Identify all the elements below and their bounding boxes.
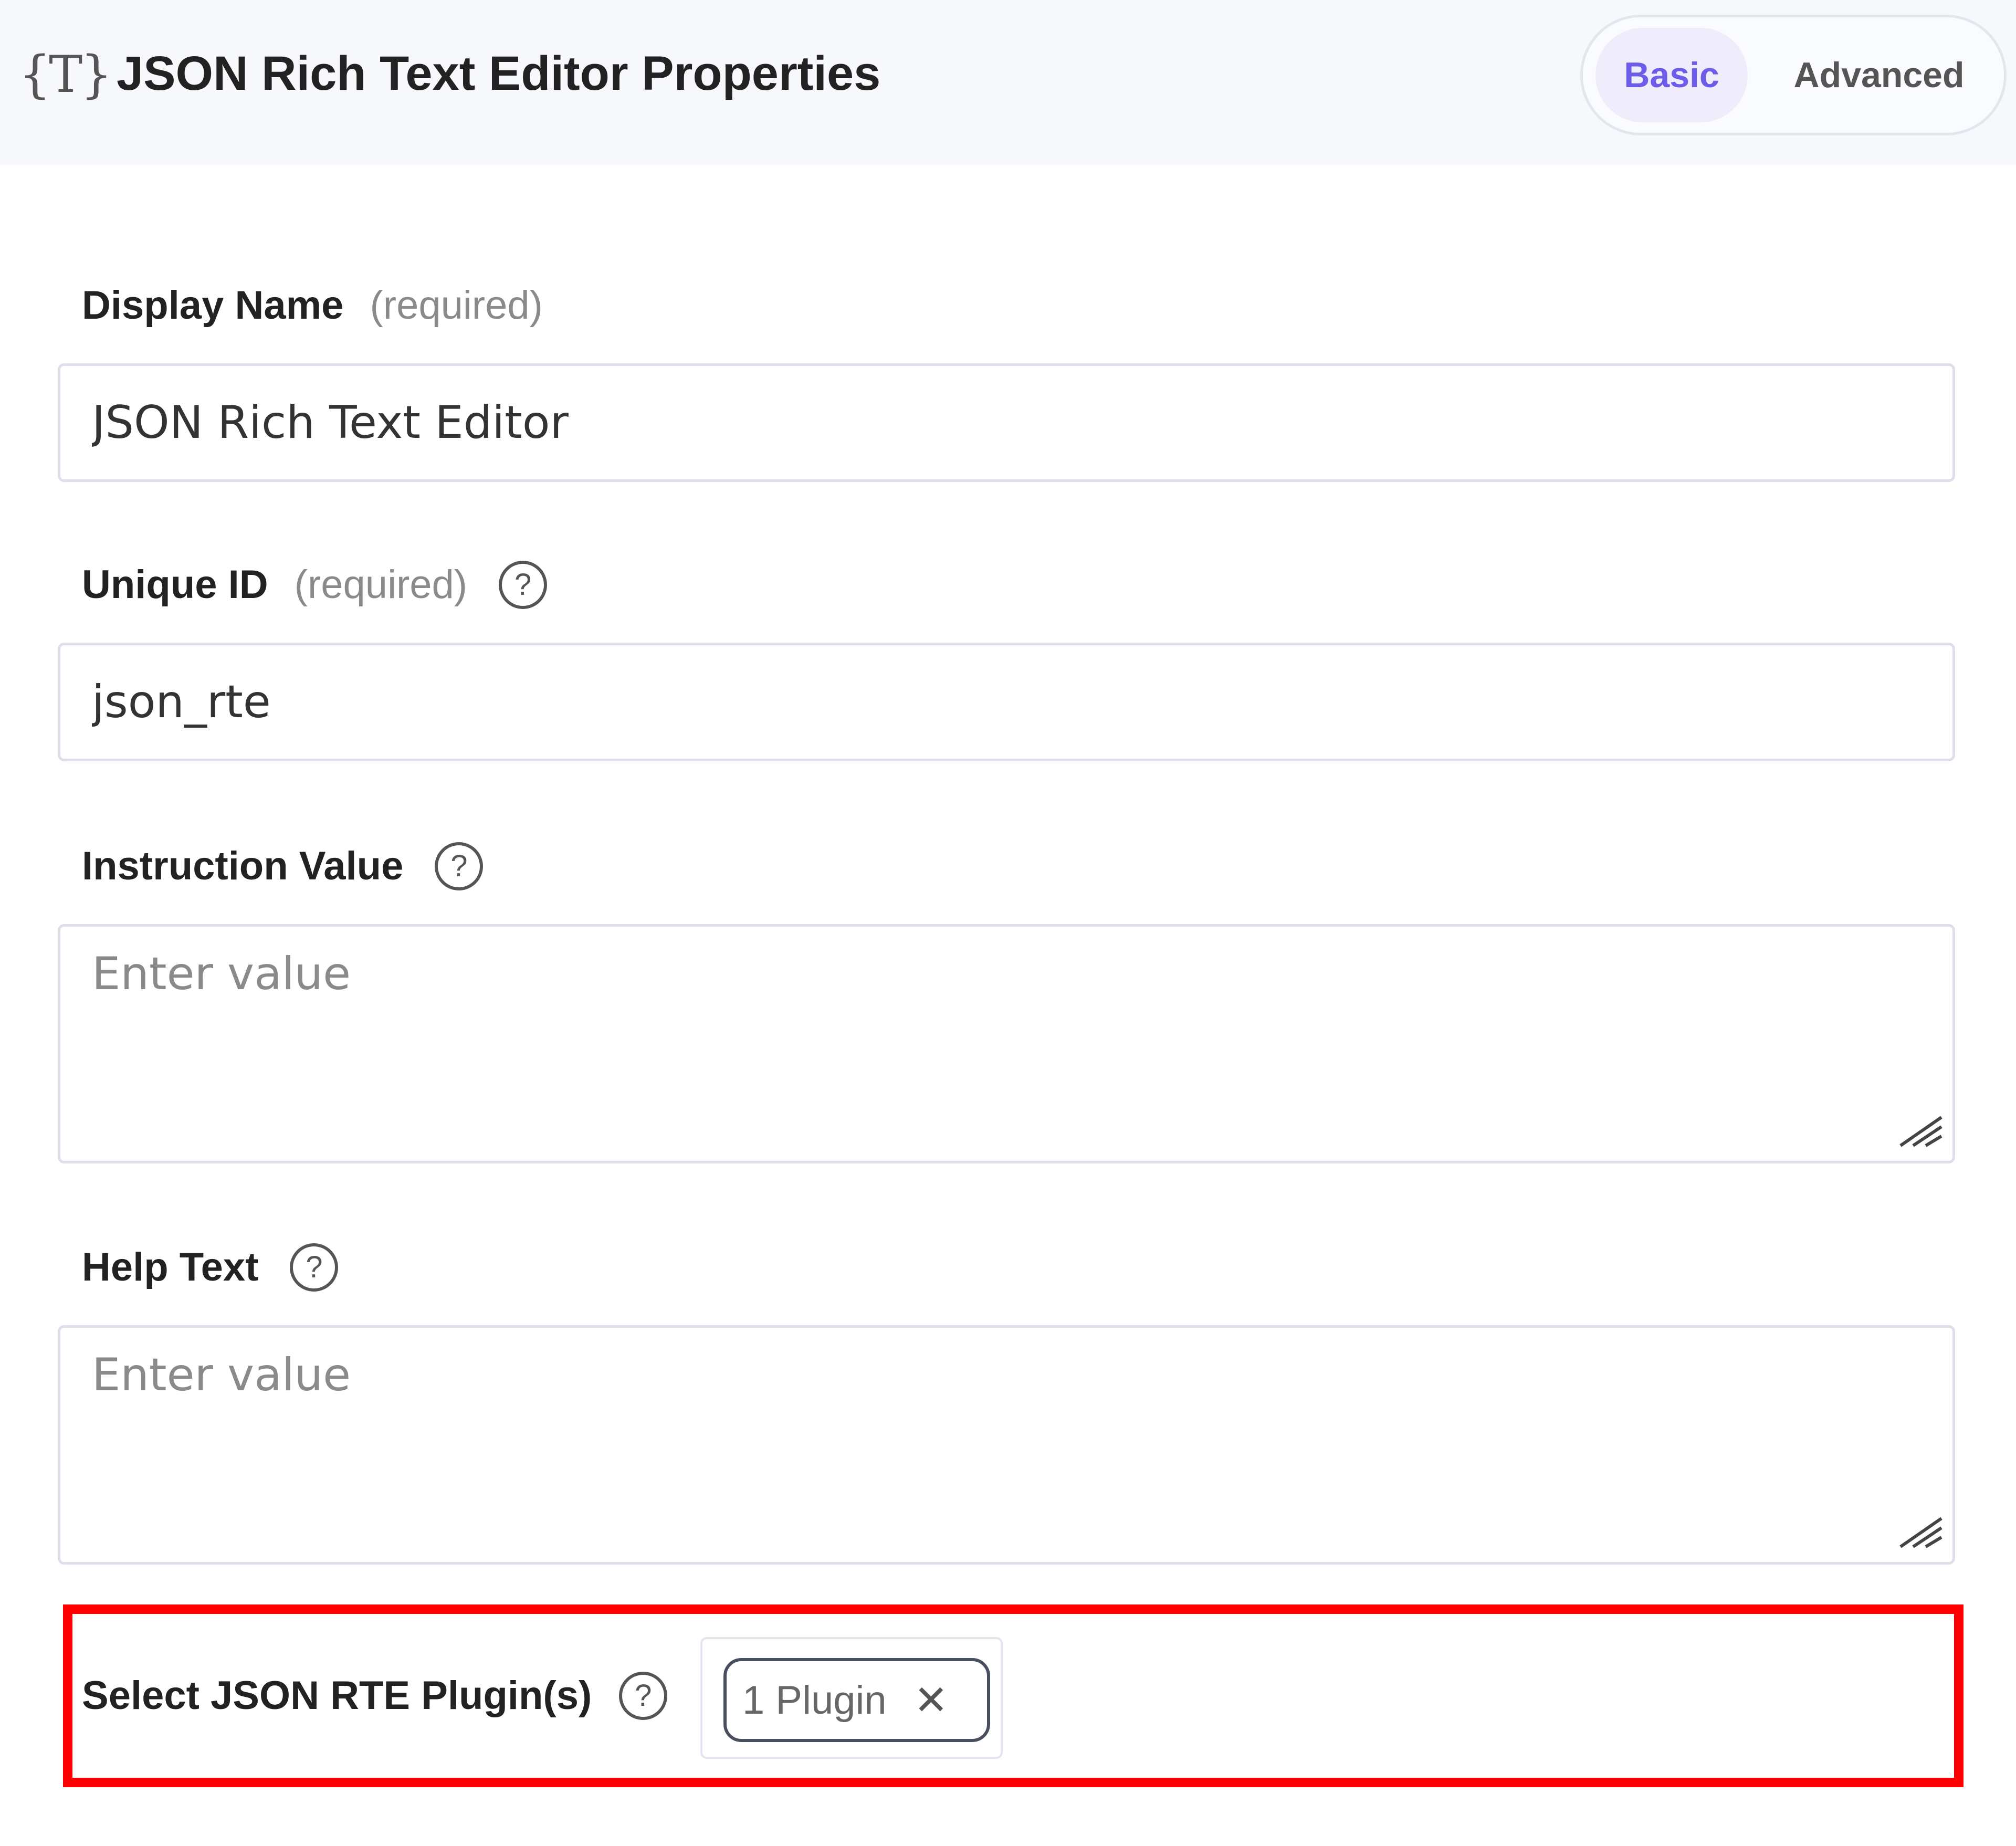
instruction-value-label: Instruction Value ? [82,840,484,893]
unique-id-input[interactable] [58,643,1955,761]
plugin-chip: 1 Plugin ✕ [723,1658,990,1742]
help-icon[interactable]: ? [435,842,484,890]
close-icon[interactable]: ✕ [914,1676,948,1724]
help-icon[interactable]: ? [619,1672,668,1720]
help-text-textarea[interactable] [58,1325,1955,1565]
template-text-icon: {T} [19,45,112,104]
resize-handle-icon[interactable] [1897,1513,1945,1550]
help-text-label-text: Help Text [82,1245,259,1289]
plugins-label-text: Select JSON RTE Plugin(s) [82,1673,592,1718]
plugin-chip-label: 1 Plugin [742,1677,887,1723]
display-name-label-text: Display Name [82,283,344,328]
required-text: (required) [294,562,468,607]
help-icon[interactable]: ? [290,1243,339,1292]
display-name-label: Display Name (required) [82,279,543,332]
page-title: JSON Rich Text Editor Properties [117,47,881,100]
plugin-select[interactable]: 1 Plugin ✕ [700,1637,1003,1759]
help-text-label: Help Text ? [82,1241,339,1294]
instruction-value-textarea[interactable] [58,924,1955,1163]
unique-id-label: Unique ID (required) ? [82,559,548,611]
tab-basic[interactable]: Basic [1595,28,1748,122]
tab-advanced[interactable]: Advanced [1769,28,1989,122]
unique-id-label-text: Unique ID [82,562,268,607]
plugins-label: Select JSON RTE Plugin(s) ? [82,1670,668,1722]
display-name-input[interactable] [58,363,1955,482]
resize-handle-icon[interactable] [1897,1112,1945,1149]
properties-header: {T} JSON Rich Text Editor Properties Bas… [0,0,2016,165]
required-text: (required) [370,283,543,328]
instruction-value-label-text: Instruction Value [82,844,404,888]
help-icon[interactable]: ? [499,561,548,609]
tab-switch: Basic Advanced [1580,15,2007,135]
